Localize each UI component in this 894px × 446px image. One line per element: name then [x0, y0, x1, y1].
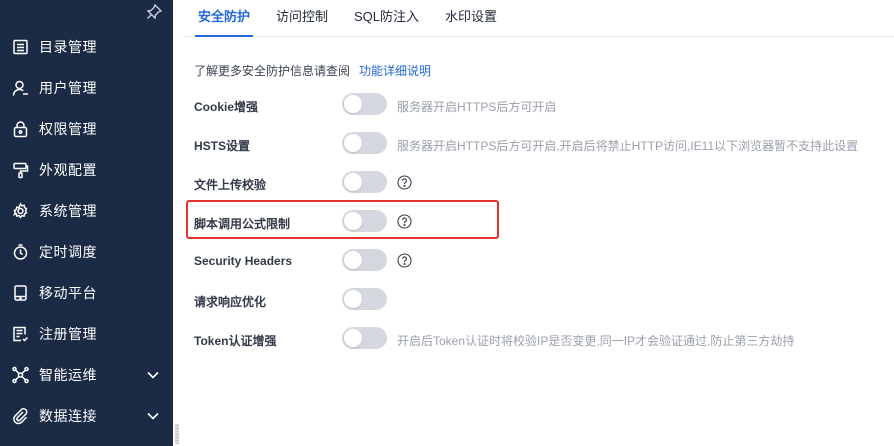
security-headers-toggle[interactable] — [342, 249, 387, 271]
toggle-knob — [344, 173, 362, 191]
sidebar-item-registration[interactable]: 注册管理 — [0, 313, 173, 354]
sidebar-item-label: 数据连接 — [39, 407, 97, 424]
highlight-box — [186, 200, 499, 239]
sidebar-item-label: 定时调度 — [39, 243, 97, 260]
tablet-icon — [12, 284, 29, 301]
sidebar-item-catalog[interactable]: 目录管理 — [0, 26, 173, 67]
sidebar-item-label: 系统管理 — [39, 202, 97, 219]
question-circle-icon[interactable] — [397, 175, 412, 190]
setting-desc-token-auth: 开启后Token认证时将校验IP是否变更,同一IP才会验证通过,防止第三方劫持 — [397, 334, 795, 348]
setting-label-response-optimization: 请求响应优化 — [194, 295, 267, 309]
sidebar-item-data-connection[interactable]: 数据连接 — [0, 395, 173, 436]
setting-label-security-headers: Security Headers — [194, 254, 293, 268]
sidebar-item-label: 权限管理 — [39, 120, 97, 137]
sidebar-splitter[interactable] — [173, 0, 183, 446]
sidebar-item-label: 注册管理 — [39, 325, 97, 342]
catalog-icon — [12, 38, 29, 55]
resize-grip-icon[interactable] — [175, 424, 179, 444]
file-upload-toggle[interactable] — [342, 171, 387, 193]
setting-label-hsts: HSTS设置 — [194, 139, 251, 153]
toggle-knob — [344, 251, 362, 269]
chevron-down-icon[interactable] — [146, 409, 160, 423]
sidebar-item-system[interactable]: 系统管理 — [0, 190, 173, 231]
brush-icon — [12, 161, 29, 178]
user-icon — [12, 79, 29, 96]
intro-text: 了解更多安全防护信息请查阅 — [194, 64, 351, 78]
cookie-toggle[interactable] — [342, 93, 387, 115]
question-circle-icon[interactable] — [397, 253, 412, 268]
gear-icon — [12, 202, 29, 219]
sidebar-item-smart-ops[interactable]: 智能运维 — [0, 354, 173, 395]
response-optimization-toggle[interactable] — [342, 288, 387, 310]
tab-watermark[interactable]: 水印设置 — [445, 0, 497, 37]
toggle-knob — [344, 134, 362, 152]
chevron-down-icon[interactable] — [146, 368, 160, 382]
sidebar-item-scheduler[interactable]: 定时调度 — [0, 231, 173, 272]
sidebar: 目录管理 用户管理 权限管理 外观配置 系统管理 定时调度 移动平台 注册管理 … — [0, 0, 173, 446]
lock-icon — [12, 120, 29, 137]
sidebar-item-label: 智能运维 — [39, 366, 97, 383]
timer-icon — [12, 243, 29, 260]
tab-bar: 安全防护 访问控制 SQL防注入 水印设置 — [183, 0, 894, 37]
setting-desc-cookie: 服务器开启HTTPS后方可开启 — [397, 100, 557, 114]
app-root: 目录管理 用户管理 权限管理 外观配置 系统管理 定时调度 移动平台 注册管理 … — [0, 0, 894, 446]
hsts-toggle[interactable] — [342, 132, 387, 154]
toggle-knob — [344, 290, 362, 308]
sidebar-item-mobile[interactable]: 移动平台 — [0, 272, 173, 313]
sidebar-item-appearance[interactable]: 外观配置 — [0, 149, 173, 190]
sidebar-item-label: 外观配置 — [39, 161, 97, 178]
network-icon — [12, 366, 29, 383]
pin-icon[interactable] — [145, 3, 163, 21]
tab-security[interactable]: 安全防护 — [195, 0, 254, 37]
register-icon — [12, 325, 29, 342]
sidebar-item-permissions[interactable]: 权限管理 — [0, 108, 173, 149]
setting-label-file-upload: 文件上传校验 — [194, 178, 267, 192]
token-auth-toggle[interactable] — [342, 327, 387, 349]
sidebar-item-label: 目录管理 — [39, 38, 97, 55]
setting-label-token-auth: Token认证增强 — [194, 334, 277, 348]
sidebar-item-users[interactable]: 用户管理 — [0, 67, 173, 108]
details-link[interactable]: 功能详细说明 — [359, 62, 431, 79]
tab-access-control[interactable]: 访问控制 — [276, 0, 328, 37]
setting-desc-hsts: 服务器开启HTTPS后方可开启,开启后将禁止HTTP访问,IE11以下浏览器暂不… — [397, 139, 859, 153]
tab-sql-injection[interactable]: SQL防注入 — [354, 0, 419, 37]
sidebar-item-label: 移动平台 — [39, 284, 97, 301]
toggle-knob — [344, 95, 362, 113]
sidebar-item-label: 用户管理 — [39, 79, 97, 96]
toggle-knob — [344, 329, 362, 347]
setting-label-cookie: Cookie增强 — [194, 100, 259, 114]
link-icon — [12, 407, 29, 424]
